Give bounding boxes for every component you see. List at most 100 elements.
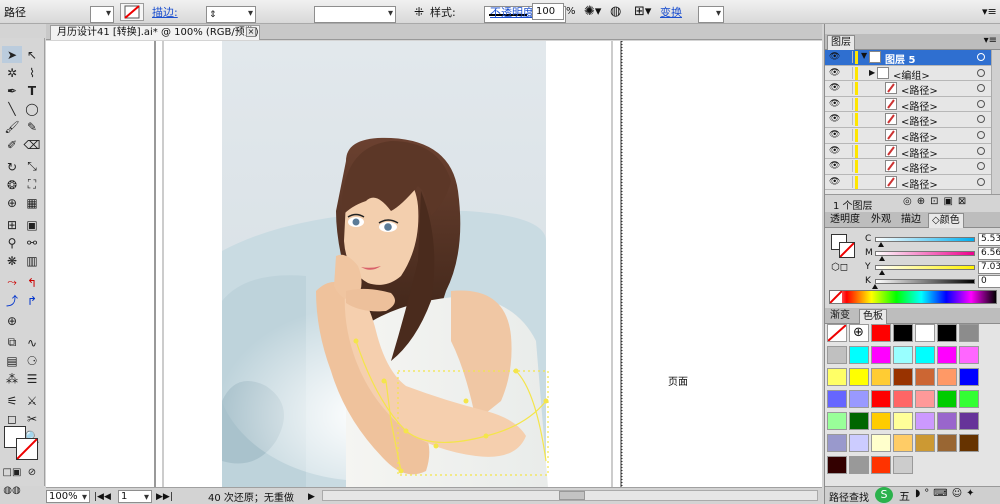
stroke-none-swatch[interactable] bbox=[120, 3, 144, 21]
reshape-tool-icon[interactable]: ↱ bbox=[22, 292, 42, 309]
color-swatch[interactable] bbox=[915, 390, 935, 408]
fill-swatch-dropdown[interactable] bbox=[90, 6, 114, 23]
color-swatch[interactable] bbox=[827, 434, 847, 452]
paintbrush-icon[interactable]: 🖌 bbox=[2, 118, 22, 135]
pencil-tool-icon[interactable]: ✎ bbox=[22, 118, 42, 135]
rotate-tool-icon[interactable]: ↻ bbox=[2, 158, 22, 175]
lock-toggle[interactable] bbox=[843, 144, 853, 157]
slider-knob[interactable] bbox=[877, 242, 884, 247]
warp-tool-icon[interactable]: ❂ bbox=[2, 176, 22, 193]
color-swatch[interactable] bbox=[849, 390, 869, 408]
scatter-tool-icon[interactable]: ⁂ bbox=[2, 370, 22, 387]
channel-track[interactable] bbox=[875, 237, 975, 242]
eye-icon[interactable]: 👁 bbox=[829, 52, 840, 62]
color-swatch[interactable] bbox=[893, 346, 913, 364]
magic-wand-icon[interactable]: ✲ bbox=[2, 64, 22, 81]
artboard-tool-icon[interactable]: ⧉ bbox=[2, 334, 22, 351]
layers-scrollbar[interactable] bbox=[991, 50, 1000, 194]
swatch-none[interactable] bbox=[827, 324, 847, 342]
color-swatch[interactable] bbox=[893, 412, 913, 430]
gradient-tool-icon[interactable]: ▣ bbox=[22, 216, 42, 233]
crop-area-icon[interactable]: ◻ bbox=[2, 410, 22, 427]
blend-tool-icon[interactable]: ⚯ bbox=[22, 234, 42, 251]
color-swatch[interactable] bbox=[849, 412, 869, 430]
zoom-select[interactable]: 100% bbox=[46, 490, 90, 503]
measure-tool-icon[interactable]: ⚟ bbox=[2, 392, 22, 409]
target-circle-icon[interactable] bbox=[977, 115, 985, 124]
layer-row[interactable]: 👁 <路径> bbox=[825, 128, 991, 144]
color-swatch[interactable] bbox=[937, 346, 957, 364]
ime-logo-icon[interactable]: S bbox=[875, 487, 893, 503]
graph-tool-icon[interactable]: ▥ bbox=[22, 252, 42, 269]
color-swatch[interactable] bbox=[871, 434, 891, 452]
shape-builder-icon[interactable]: ⊕ bbox=[2, 194, 22, 211]
eye-icon[interactable]: 👁 bbox=[829, 146, 840, 156]
color-swatch[interactable] bbox=[827, 412, 847, 430]
color-swatch[interactable] bbox=[893, 390, 913, 408]
channel-slider[interactable]: K0% bbox=[865, 275, 1000, 290]
channel-value-input[interactable]: 6.56 bbox=[978, 247, 1000, 260]
target-circle-icon[interactable] bbox=[977, 68, 985, 77]
tab-layers[interactable]: 图层 bbox=[827, 35, 855, 50]
eye-icon[interactable]: 👁 bbox=[829, 161, 840, 171]
lasso-tool-icon[interactable]: ⌇ bbox=[22, 64, 42, 81]
eyedropper-icon[interactable]: ⚲ bbox=[2, 234, 22, 251]
document-tab[interactable]: 月历设计41 [转换].ai* @ 100% (RGB/预览) × bbox=[50, 25, 260, 40]
opacity-link[interactable]: 不透明度 bbox=[490, 3, 534, 20]
column-graph-icon[interactable]: ▤ bbox=[2, 352, 22, 369]
status-menu-icon[interactable]: ▶ bbox=[308, 490, 315, 503]
recolor-icon[interactable]: ✺▾ bbox=[584, 3, 601, 20]
color-swatch[interactable] bbox=[871, 368, 891, 386]
tab-color-panel[interactable]: 透明度 bbox=[827, 213, 863, 228]
channel-slider[interactable]: C5.53% bbox=[865, 233, 1000, 248]
target-circle-icon[interactable] bbox=[977, 53, 985, 61]
color-swatch[interactable] bbox=[959, 368, 979, 386]
lock-toggle[interactable] bbox=[843, 97, 853, 110]
scissors-icon[interactable]: ✂ bbox=[22, 410, 42, 427]
panel-menu-icon[interactable]: ▾≡ bbox=[982, 3, 997, 20]
target-circle-icon[interactable] bbox=[977, 99, 985, 108]
layer-actions-icons[interactable]: ◎⊕⊡▣⊠ bbox=[903, 196, 971, 207]
color-swatch[interactable] bbox=[937, 368, 957, 386]
artboard-next-icon[interactable]: ▶▶| bbox=[156, 490, 173, 503]
chevron-down-icon[interactable]: ▼ bbox=[861, 51, 867, 60]
color-spectrum[interactable] bbox=[829, 290, 997, 304]
channel-value-input[interactable]: 7.03 bbox=[978, 261, 1000, 274]
layer-row[interactable]: 👁 <路径> bbox=[825, 96, 991, 113]
color-swatch[interactable] bbox=[827, 346, 847, 364]
color-swatch[interactable] bbox=[849, 434, 869, 452]
ime-tray-icons[interactable]: ◗°⌨☺✦ bbox=[915, 488, 979, 499]
stroke-weight-input[interactable]: ⇕ bbox=[206, 6, 256, 23]
lock-toggle[interactable] bbox=[843, 66, 853, 79]
color-swatch[interactable] bbox=[915, 412, 935, 430]
lock-toggle[interactable] bbox=[843, 160, 853, 173]
artboard-prev-icon[interactable]: |◀◀ bbox=[94, 490, 111, 503]
eraser-tool-icon[interactable]: ⌫ bbox=[22, 136, 42, 153]
eye-icon[interactable]: 👁 bbox=[829, 99, 840, 109]
color-swatch[interactable] bbox=[959, 324, 979, 342]
blob-brush-icon[interactable]: ✐ bbox=[2, 136, 22, 153]
color-swatch[interactable] bbox=[959, 434, 979, 452]
color-swatch[interactable] bbox=[849, 456, 869, 474]
layer-row[interactable]: 👁 <路径> bbox=[825, 81, 991, 97]
tab-color-panel[interactable]: ◇颜色 bbox=[928, 213, 964, 228]
layer-row[interactable]: 👁 <路径> bbox=[825, 159, 991, 175]
type-tool-icon[interactable]: T bbox=[22, 82, 42, 99]
gradient-mode-icon[interactable]: ⊘ bbox=[22, 464, 42, 481]
cube-icon[interactable]: ⬡◻ bbox=[831, 262, 848, 273]
tab-swatches-panel[interactable]: 渐变 bbox=[827, 309, 853, 324]
line-tool-icon[interactable]: ╲ bbox=[2, 100, 22, 117]
color-swatch[interactable] bbox=[827, 368, 847, 386]
channel-value-input[interactable]: 5.53 bbox=[978, 233, 1000, 246]
transform-link[interactable]: 变换 bbox=[660, 3, 682, 20]
eye-icon[interactable]: 👁 bbox=[829, 68, 840, 78]
horizontal-scrollbar[interactable] bbox=[322, 490, 818, 501]
crosshair-icon[interactable]: ⊕ bbox=[2, 312, 22, 329]
color-swatch[interactable] bbox=[893, 434, 913, 452]
color-swatch[interactable] bbox=[959, 412, 979, 430]
scale-tool-icon[interactable]: ⤡ bbox=[22, 158, 42, 175]
lock-toggle[interactable] bbox=[843, 129, 853, 141]
lock-toggle[interactable] bbox=[843, 175, 853, 188]
color-swatch[interactable] bbox=[827, 390, 847, 408]
eye-icon[interactable]: 👁 bbox=[829, 177, 840, 187]
